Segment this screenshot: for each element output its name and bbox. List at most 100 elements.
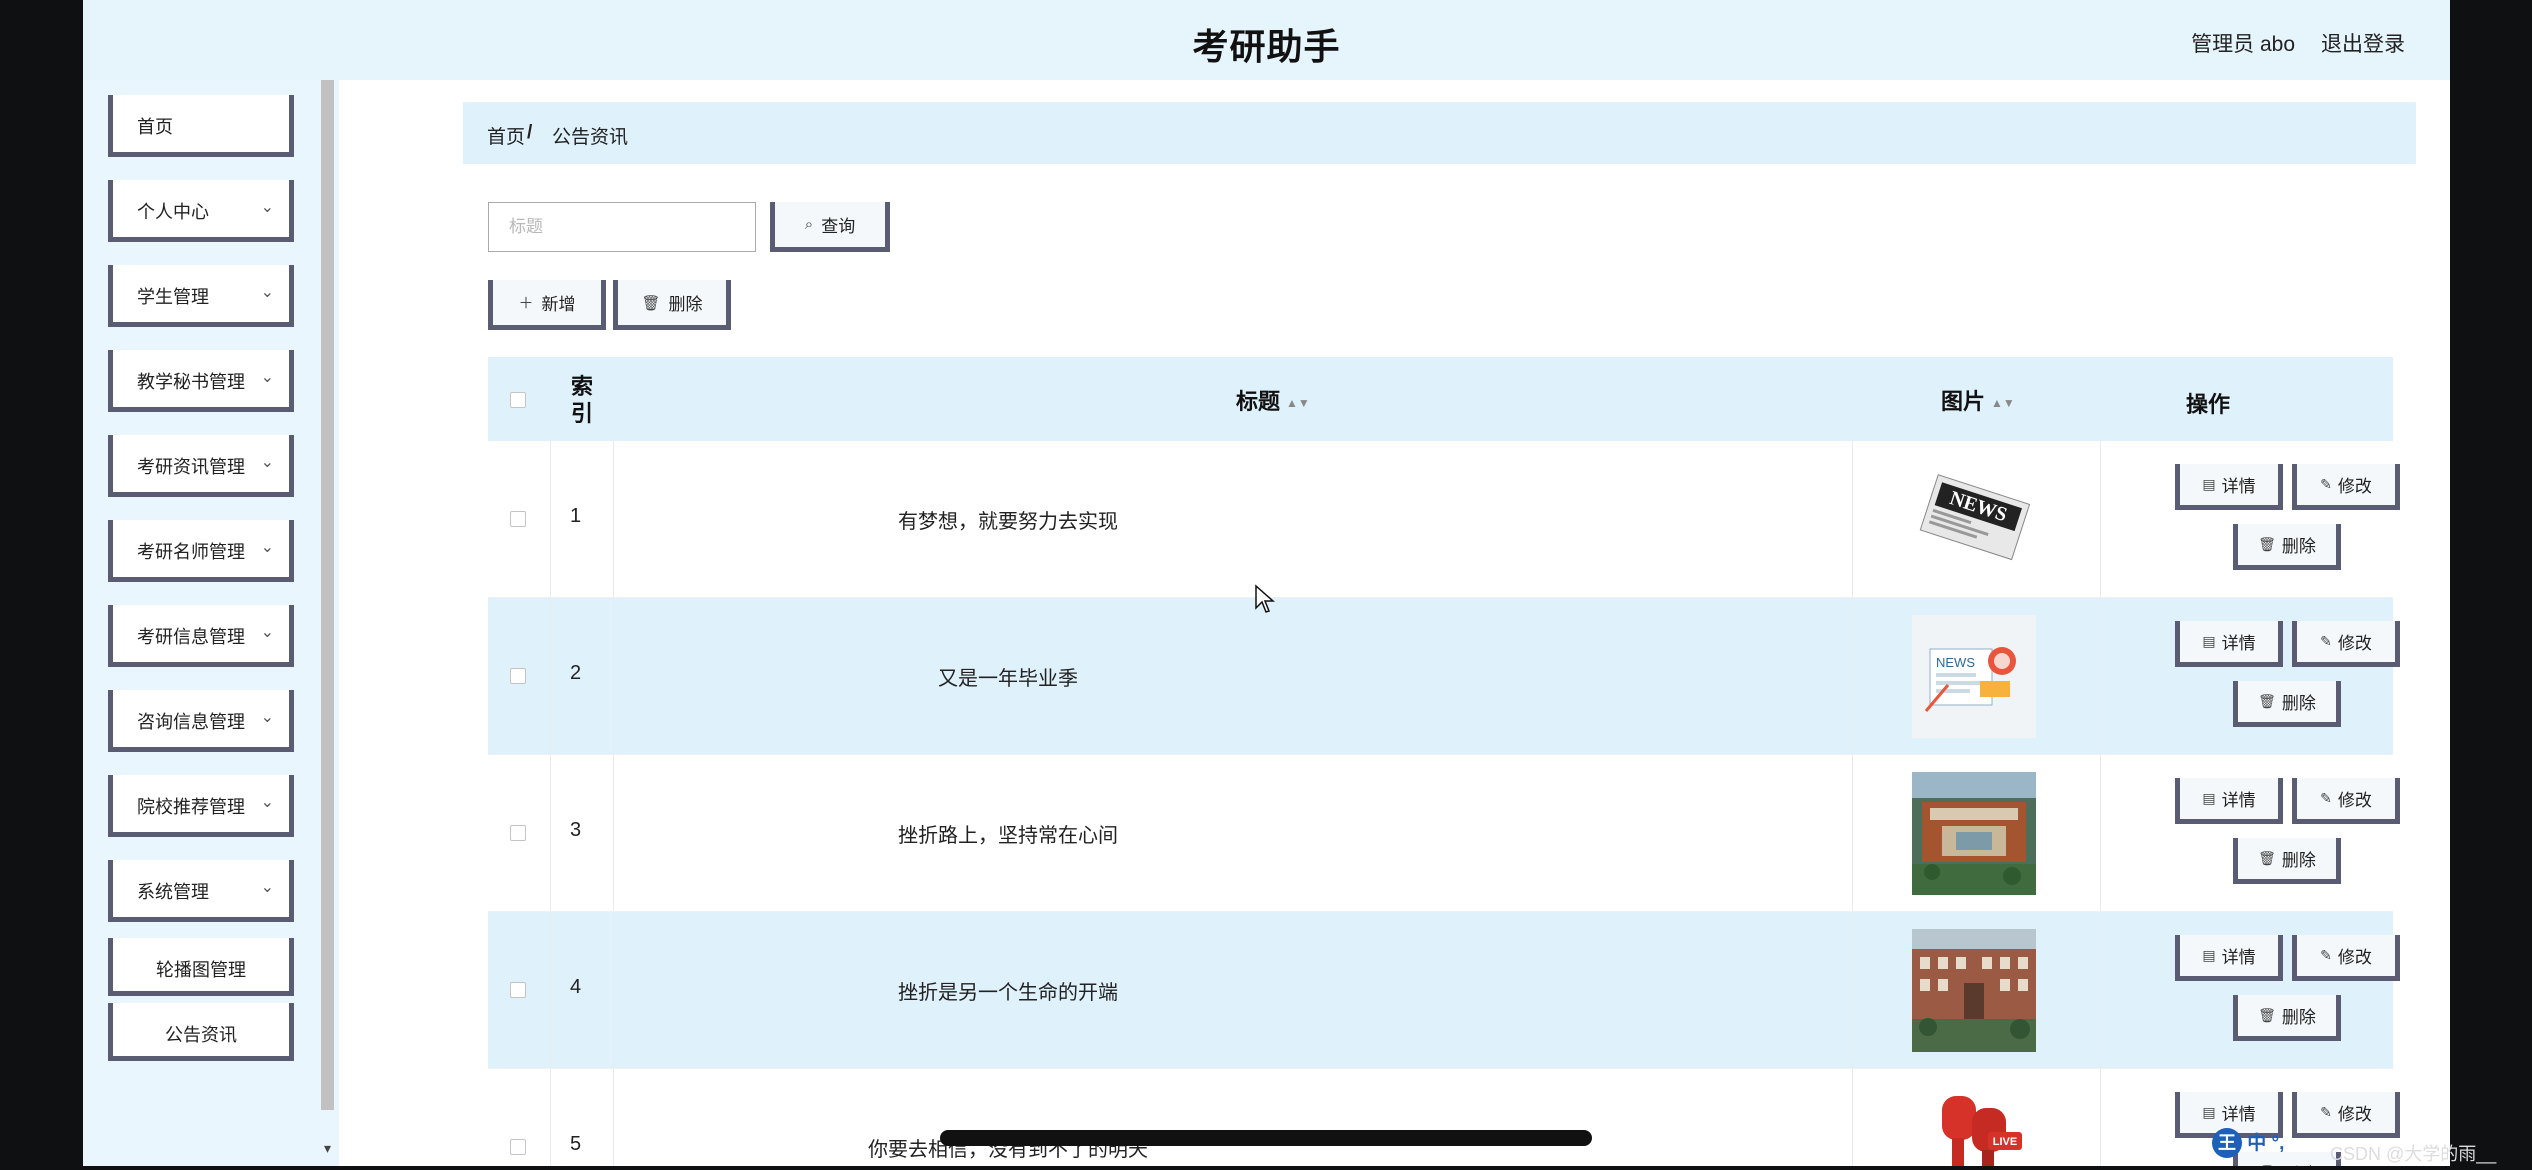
document-icon: ▤: [2202, 633, 2216, 649]
row-delete-button[interactable]: 🗑 删除: [2233, 681, 2341, 727]
column-divider: [2100, 912, 2101, 1068]
sidebar-item[interactable]: 考研名师管理 ⌄: [108, 520, 294, 582]
column-image[interactable]: 图片 ▲▼: [1941, 384, 2015, 416]
sidebar-item[interactable]: 院校推荐管理 ⌄: [108, 775, 294, 837]
detail-button-label: 详情: [2221, 477, 2256, 496]
home-indicator: [940, 1130, 1592, 1146]
watermark: CSDN @大学的雨__: [2330, 1144, 2497, 1164]
sidebar-item-label: 教学秘书管理: [137, 372, 245, 392]
select-all-checkbox[interactable]: [510, 392, 526, 408]
row-delete-label: 删除: [2281, 694, 2316, 713]
breadcrumb-home[interactable]: 首页: [487, 122, 525, 149]
sidebar-item[interactable]: 咨询信息管理 ⌄: [108, 690, 294, 752]
row-checkbox[interactable]: [510, 825, 526, 841]
detail-button-label: 详情: [2221, 1105, 2256, 1124]
document-icon: ▤: [2202, 476, 2216, 492]
row-index: 1: [570, 505, 582, 527]
sidebar-item[interactable]: 教学秘书管理 ⌄: [108, 350, 294, 412]
edit-button[interactable]: ✎ 修改: [2292, 621, 2400, 667]
sidebar-item-label: 首页: [137, 117, 173, 137]
logout-link[interactable]: 退出登录: [2321, 28, 2405, 58]
edit-button[interactable]: ✎ 修改: [2292, 464, 2400, 510]
row-delete-label: 删除: [2281, 537, 2316, 556]
row-delete-label: 删除: [2281, 1008, 2316, 1027]
column-divider: [550, 1069, 551, 1166]
row-checkbox[interactable]: [510, 668, 526, 684]
detail-button-label: 详情: [2221, 948, 2256, 967]
sidebar-item-label: 咨询信息管理: [137, 712, 245, 732]
ime-logo-icon: 王: [2212, 1128, 2242, 1158]
column-divider: [550, 912, 551, 1068]
column-divider: [1852, 755, 1853, 911]
column-divider: [550, 441, 551, 597]
sidebar-item[interactable]: 系统管理 ⌄: [108, 860, 294, 922]
column-divider: [2100, 1069, 2101, 1166]
column-divider: [1852, 1069, 1853, 1166]
row-checkbox[interactable]: [510, 1139, 526, 1155]
trash-icon: 🗑: [2258, 1007, 2276, 1023]
search-button[interactable]: ⌕ 查询: [770, 202, 890, 252]
sort-icon[interactable]: ▲▼: [1991, 396, 2015, 410]
row-checkbox[interactable]: [510, 511, 526, 527]
column-index: 索 引: [571, 374, 594, 426]
trash-icon: 🗑: [641, 294, 661, 312]
table-row: 2 又是一年毕业季 NEWS ▤ 详情 ✎ 修改 🗑 删除: [488, 598, 2400, 755]
row-checkbox[interactable]: [510, 982, 526, 998]
chevron-down-icon: ⌄: [260, 624, 274, 641]
detail-button[interactable]: ▤ 详情: [2175, 935, 2283, 981]
row-delete-button[interactable]: 🗑 删除: [2233, 838, 2341, 884]
sidebar-scrollbar[interactable]: [321, 80, 334, 1110]
bulk-delete-button[interactable]: 🗑 删除: [613, 280, 731, 330]
row-title: 又是一年毕业季: [938, 668, 1078, 690]
sidebar-item[interactable]: 个人中心 ⌄: [108, 180, 294, 242]
scroll-down-arrow-icon[interactable]: ▾: [321, 1140, 334, 1157]
sort-icon[interactable]: ▲▼: [1286, 396, 1310, 410]
sidebar-item-label: 考研资讯管理: [137, 457, 245, 477]
column-title[interactable]: 标题 ▲▼: [1236, 384, 1310, 416]
trash-icon: 🗑: [2258, 693, 2276, 709]
add-button[interactable]: ＋ 新增: [488, 280, 606, 330]
edit-button[interactable]: ✎ 修改: [2292, 935, 2400, 981]
table-header: 索 引 标题 ▲▼ 图片 ▲▼ 操作: [488, 357, 2393, 441]
detail-button-label: 详情: [2221, 791, 2256, 810]
detail-button[interactable]: ▤ 详情: [2175, 778, 2283, 824]
edit-button[interactable]: ✎ 修改: [2292, 778, 2400, 824]
app-window: 考研助手 管理员 abo 退出登录 ▾ 首页 个人中心 ⌄ 学生管理 ⌄ 教学秘书管理 ⌄ 考…: [83, 0, 2450, 1166]
campus-aerial-image[interactable]: [1912, 772, 2036, 895]
campus-building-image[interactable]: [1912, 929, 2036, 1052]
column-image-label: 图片: [1941, 389, 1986, 414]
sidebar-item[interactable]: 考研信息管理 ⌄: [108, 605, 294, 667]
document-icon: ▤: [2202, 947, 2216, 963]
edit-button[interactable]: ✎ 修改: [2292, 1092, 2400, 1138]
detail-button[interactable]: ▤ 详情: [2175, 621, 2283, 667]
sidebar-item-label: 考研信息管理: [137, 627, 245, 647]
sidebar-item[interactable]: 学生管理 ⌄: [108, 265, 294, 327]
add-button-label: 新增: [541, 295, 576, 314]
title-search-input[interactable]: [488, 202, 756, 252]
sidebar-subitem[interactable]: 轮播图管理: [108, 938, 294, 996]
trash-icon: 🗑: [2258, 536, 2276, 552]
sidebar-item[interactable]: 首页: [108, 95, 294, 157]
table-row: 1 有梦想，就要努力去实现 NEWS ▤ 详情 ✎ 修改 🗑 删除: [488, 441, 2400, 598]
search-icon: ⌕: [804, 216, 814, 233]
row-title: 挫折是另一个生命的开端: [898, 982, 1118, 1004]
search-button-label: 查询: [821, 217, 856, 236]
sidebar-item-label: 院校推荐管理: [137, 797, 245, 817]
newspaper-image[interactable]: NEWS: [1912, 458, 2036, 581]
mouse-cursor-icon: [1255, 584, 1275, 613]
live-microphone-image[interactable]: LIVE: [1912, 1086, 2036, 1166]
sidebar-item-label: 考研名师管理: [137, 542, 245, 562]
pencil-icon: ✎: [2320, 790, 2332, 806]
row-delete-button[interactable]: 🗑 删除: [2233, 995, 2341, 1041]
news-illustration-image[interactable]: NEWS: [1912, 615, 2036, 738]
document-icon: ▤: [2202, 790, 2216, 806]
table-row: 5你要去相信，没有到不了的明天LIVE▤详情✎修改🗑删除: [488, 1069, 2400, 1166]
detail-button[interactable]: ▤ 详情: [2175, 464, 2283, 510]
edit-button-label: 修改: [2337, 634, 2372, 653]
row-delete-button[interactable]: 🗑 删除: [2233, 524, 2341, 570]
column-divider: [1852, 912, 1853, 1068]
sidebar-item[interactable]: 考研资讯管理 ⌄: [108, 435, 294, 497]
sidebar-subitem[interactable]: 公告资讯: [108, 1003, 294, 1061]
announcement-table: 索 引 标题 ▲▼ 图片 ▲▼ 操作 1 有梦想，就要努力去实现 NEWS ▤ 详情 ✎ 修改 🗑…: [488, 357, 2400, 1166]
column-divider: [550, 755, 551, 911]
